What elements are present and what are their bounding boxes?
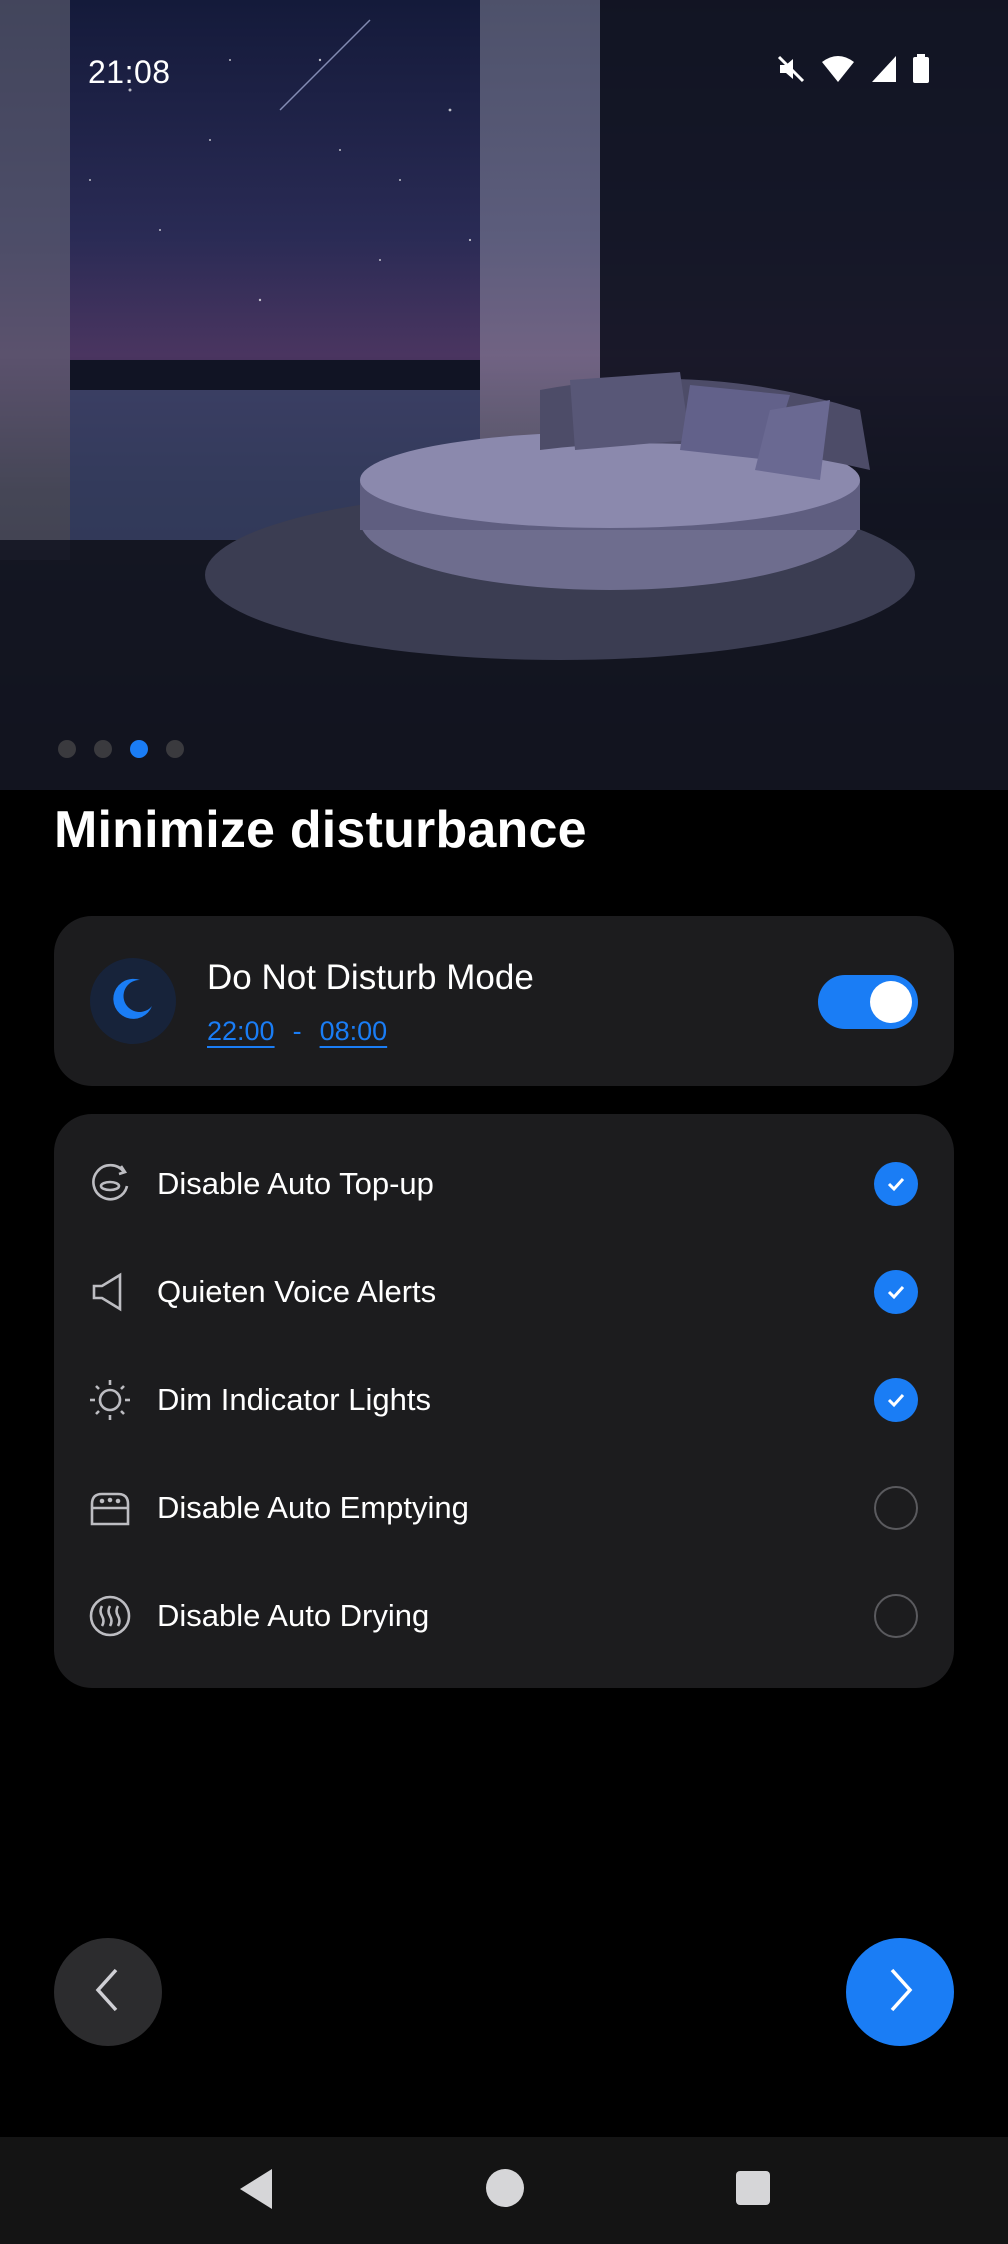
option-label: Disable Auto Emptying [157,1490,469,1525]
dnd-card: Do Not Disturb Mode 22:00 - 08:00 [54,916,954,1086]
option-label: Disable Auto Top-up [157,1166,434,1201]
toggle-knob [870,981,912,1023]
checkbox-checked[interactable] [874,1378,918,1422]
heat-waves-icon [88,1594,132,1638]
dnd-start-time[interactable]: 22:00 [207,1016,275,1047]
wifi-icon [820,54,856,89]
page-dot [58,740,76,758]
dnd-label: Do Not Disturb Mode [207,958,534,997]
sun-icon [88,1378,132,1422]
checkbox-checked[interactable] [874,1270,918,1314]
system-nav-bar [0,2137,1008,2244]
water-refill-icon [88,1162,132,1206]
status-time: 21:08 [88,54,171,90]
page-dot-active [130,740,148,758]
speaker-icon [88,1270,132,1314]
mute-icon [776,54,806,89]
option-label: Dim Indicator Lights [157,1382,431,1417]
moon-icon [110,976,156,1027]
onboarding-screen: 21:08 Minimize disturbance Do Not Distur… [0,0,1008,2244]
next-button[interactable] [846,1938,954,2046]
chevron-left-icon [90,1966,126,2019]
option-disable-auto-top-up[interactable]: Disable Auto Top-up [54,1130,954,1238]
options-card: Disable Auto Top-up Quieten Voice Alerts [54,1114,954,1688]
back-button[interactable] [54,1938,162,2046]
dnd-toggle[interactable] [818,975,918,1029]
system-recents-icon[interactable] [734,2167,772,2210]
checkbox-unchecked[interactable] [874,1594,918,1638]
option-quieten-voice-alerts[interactable]: Quieten Voice Alerts [54,1238,954,1346]
dnd-end-time[interactable]: 08:00 [320,1016,388,1047]
battery-icon [912,54,930,89]
system-home-icon[interactable] [484,2167,526,2214]
dnd-schedule: 22:00 - 08:00 [207,1016,387,1047]
option-label: Quieten Voice Alerts [157,1274,437,1309]
option-label: Disable Auto Drying [157,1598,430,1633]
checkbox-unchecked[interactable] [874,1486,918,1530]
dnd-time-separator: - [292,1016,302,1046]
system-back-icon[interactable] [236,2167,276,2216]
page-indicator [58,740,184,758]
page-title: Minimize disturbance [54,801,587,859]
option-disable-auto-emptying[interactable]: Disable Auto Emptying [54,1454,954,1562]
option-disable-auto-drying[interactable]: Disable Auto Drying [54,1562,954,1670]
signal-icon [870,54,898,89]
page-dot [94,740,112,758]
checkbox-checked[interactable] [874,1162,918,1206]
chevron-right-icon [882,1966,918,2019]
option-dim-indicator-lights[interactable]: Dim Indicator Lights [54,1346,954,1454]
dust-bin-icon [88,1486,132,1530]
page-dot [166,740,184,758]
dnd-icon-container [90,958,176,1044]
status-bar: 21:08 [0,0,1008,150]
